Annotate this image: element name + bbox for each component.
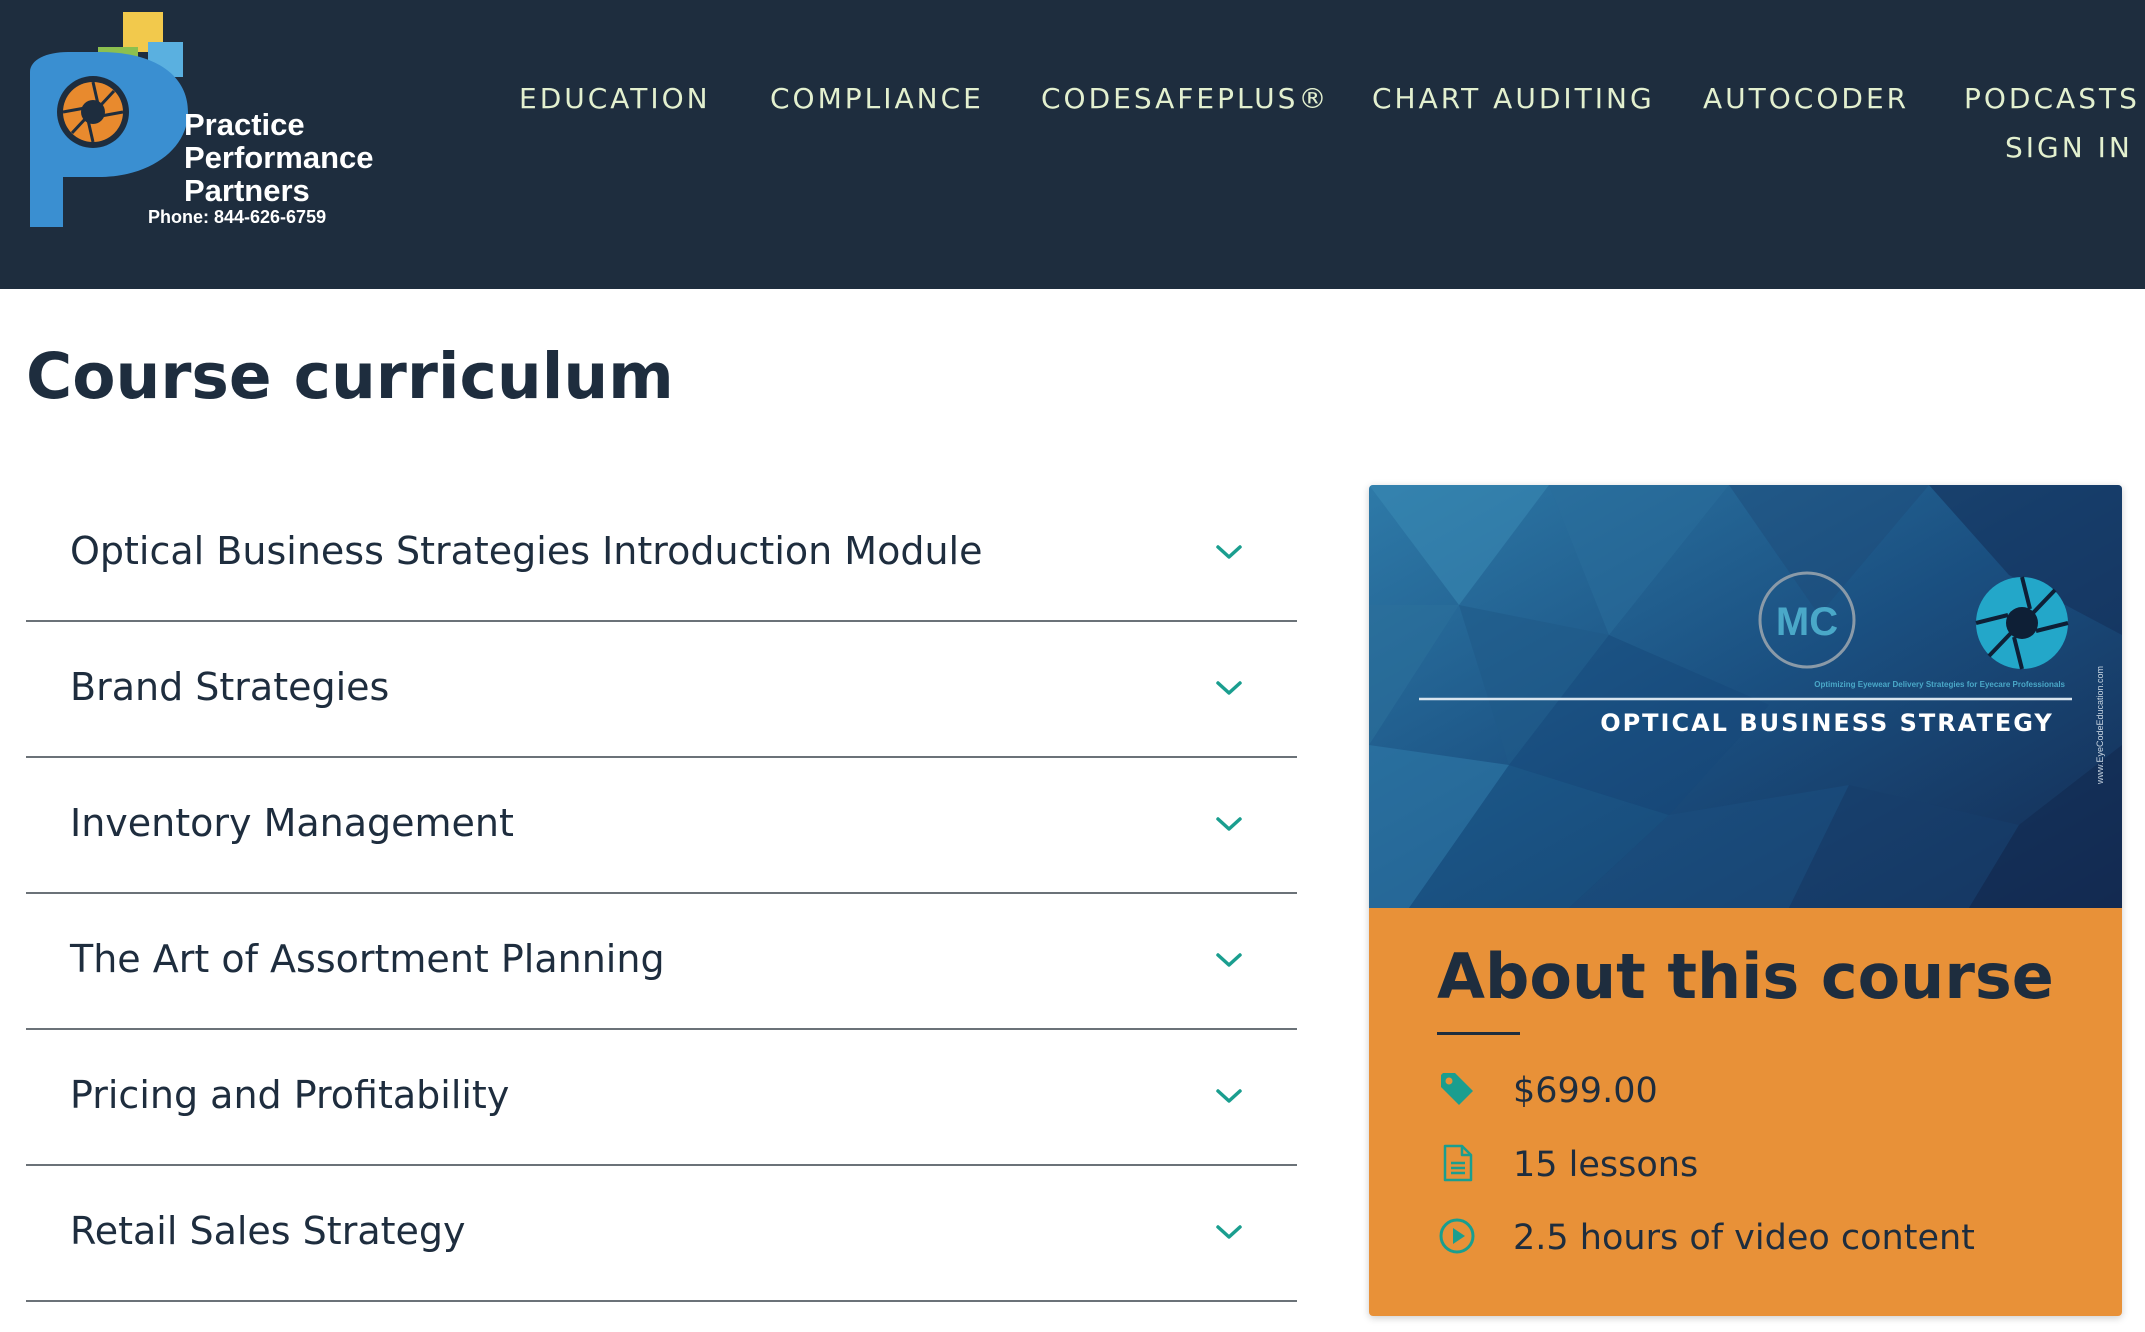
- video-duration: 2.5 hours of video content: [1513, 1218, 1975, 1258]
- sign-in-link[interactable]: SIGN IN: [2005, 131, 2133, 164]
- nav-compliance[interactable]: COMPLIANCE: [770, 82, 984, 115]
- nav-chart-auditing[interactable]: CHART AUDITING: [1372, 82, 1655, 115]
- curriculum-section[interactable]: Inventory Management: [26, 758, 1297, 894]
- nav-codesafeplus[interactable]: CODESAFEPLUS®: [1041, 82, 1329, 115]
- page-title: Course curriculum: [26, 340, 674, 413]
- banner-tagline: Optimizing Eyewear Delivery Strategies f…: [1814, 680, 2065, 689]
- price-fact: $699.00: [1437, 1065, 2087, 1115]
- curriculum-section[interactable]: Pricing and Profitability: [26, 1030, 1297, 1166]
- curriculum-section[interactable]: Optical Business Strategies Introduction…: [26, 486, 1297, 622]
- site-header: Practice Performance Partners Phone: 844…: [0, 0, 2145, 289]
- logo-line-3: Partners: [184, 173, 310, 208]
- section-title: Inventory Management: [70, 801, 514, 845]
- logo-line-1: Practice: [184, 107, 305, 142]
- chevron-down-icon: [1216, 681, 1242, 695]
- chevron-down-icon: [1216, 1089, 1242, 1103]
- banner-title: OPTICAL BUSINESS STRATEGY: [1600, 709, 2054, 737]
- section-title: Pricing and Profitability: [70, 1073, 510, 1117]
- curriculum-accordion: Optical Business Strategies Introduction…: [26, 486, 1297, 1302]
- about-course-title: About this course: [1437, 940, 2054, 1013]
- course-banner-image: MC Optimizing Eyewear Delivery Strategie…: [1369, 485, 2122, 908]
- banner-mc-logo: MC: [1776, 600, 1838, 644]
- logo-wordmark: Practice Performance Partners: [184, 108, 374, 207]
- section-title: Optical Business Strategies Introduction…: [70, 529, 983, 573]
- section-title: Retail Sales Strategy: [70, 1209, 466, 1253]
- logo-line-2: Performance: [184, 140, 374, 175]
- nav-autocoder[interactable]: AUTOCODER: [1703, 82, 1909, 115]
- banner-side-url: www.EyeCodeEducation.com: [2095, 666, 2105, 785]
- section-title: The Art of Assortment Planning: [70, 937, 665, 981]
- curriculum-section[interactable]: Retail Sales Strategy: [26, 1166, 1297, 1302]
- nav-podcasts[interactable]: PODCASTS: [1964, 82, 2140, 115]
- chevron-down-icon: [1216, 1225, 1242, 1239]
- course-price: $699.00: [1513, 1071, 1658, 1111]
- curriculum-section[interactable]: The Art of Assortment Planning: [26, 894, 1297, 1030]
- play-circle-icon: [1439, 1218, 1475, 1254]
- curriculum-section[interactable]: Brand Strategies: [26, 622, 1297, 758]
- site-logo[interactable]: Practice Performance Partners Phone: 844…: [28, 12, 386, 240]
- course-info-card: MC Optimizing Eyewear Delivery Strategie…: [1369, 485, 2122, 1316]
- nav-education[interactable]: EDUCATION: [519, 82, 711, 115]
- lessons-fact: 15 lessons: [1437, 1139, 2087, 1189]
- section-title: Brand Strategies: [70, 665, 390, 709]
- document-icon: [1443, 1144, 1473, 1182]
- about-course-panel: About this course $699.00 15 lessons 2.5…: [1369, 908, 2122, 1316]
- price-tag-icon: [1441, 1073, 1473, 1105]
- chevron-down-icon: [1216, 817, 1242, 831]
- course-banner-graphic: MC Optimizing Eyewear Delivery Strategie…: [1369, 485, 2122, 908]
- chevron-down-icon: [1216, 545, 1242, 559]
- chevron-down-icon: [1216, 953, 1242, 967]
- title-divider: [1437, 1032, 1520, 1035]
- logo-phone: Phone: 844-626-6759: [148, 207, 327, 227]
- video-fact: 2.5 hours of video content: [1437, 1212, 2087, 1262]
- lesson-count: 15 lessons: [1513, 1145, 1699, 1185]
